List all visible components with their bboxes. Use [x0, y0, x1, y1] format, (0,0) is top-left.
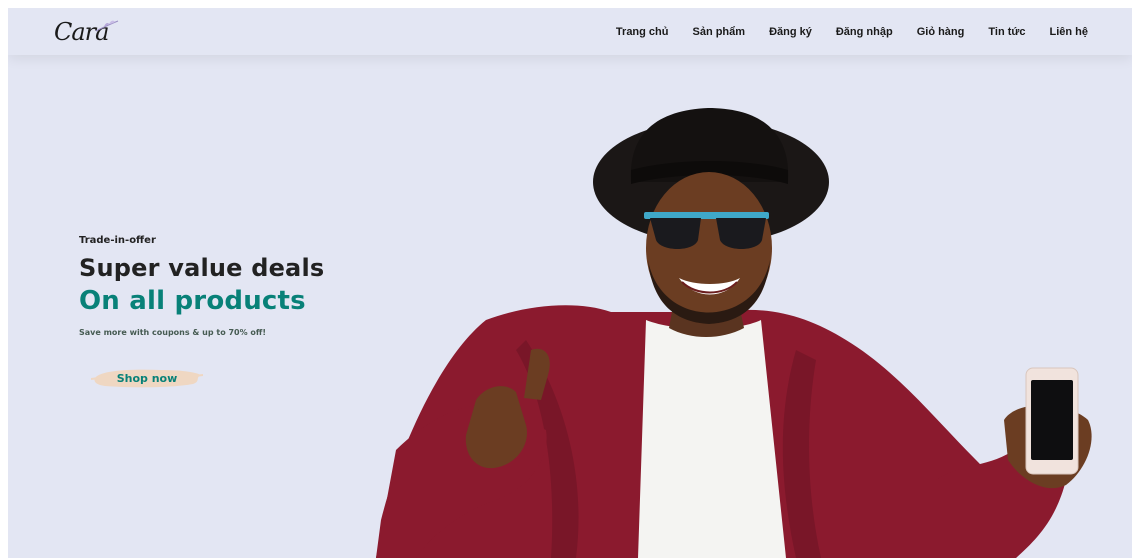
nav-lien-he[interactable]: Liên hệ — [1049, 26, 1088, 38]
logo[interactable]: Cara — [54, 16, 124, 48]
nav-tin-tuc[interactable]: Tin tức — [988, 26, 1025, 38]
main-nav: Trang chủ Sản phẩm Đăng ký Đăng nhập Giỏ… — [616, 8, 1088, 55]
page: Cara Trang chủ Sản phẩm Đăng ký Đăng nhậ… — [8, 8, 1132, 558]
hero-text: Trade-in-offer Super value deals On all … — [79, 235, 399, 388]
header: Cara Trang chủ Sản phẩm Đăng ký Đăng nhậ… — [8, 8, 1132, 55]
nav-dang-ky[interactable]: Đăng ký — [769, 26, 812, 38]
hero-title-line1: Super value deals — [79, 254, 325, 282]
hero-subtitle: Save more with coupons & up to 70% off! — [79, 328, 267, 337]
nav-trang-chu[interactable]: Trang chủ — [616, 26, 669, 38]
shop-now-button[interactable]: Shop now — [91, 366, 203, 390]
shop-now-label: Shop now — [116, 371, 178, 385]
nav-gio-hang[interactable]: Giỏ hàng — [917, 26, 965, 38]
nav-dang-nhap[interactable]: Đăng nhập — [836, 26, 893, 38]
hero-title-line2: On all products — [79, 286, 306, 316]
nav-san-pham[interactable]: Sản phẩm — [692, 26, 745, 38]
leaf-icon — [95, 20, 119, 32]
hero-eyebrow: Trade-in-offer — [79, 235, 156, 246]
hero-model-image — [376, 108, 1092, 558]
